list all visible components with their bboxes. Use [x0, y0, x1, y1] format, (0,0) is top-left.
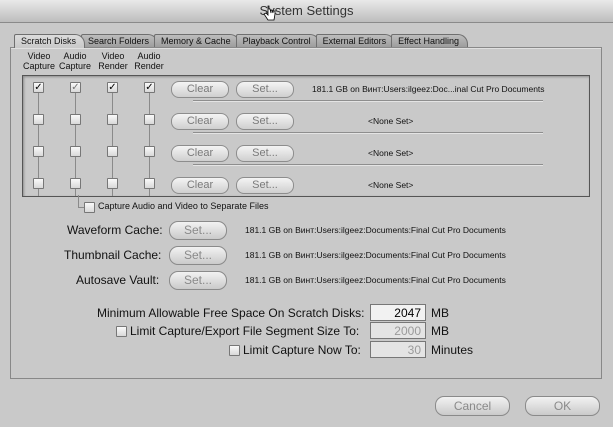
video-render-checkbox[interactable]: ✓ — [107, 82, 118, 93]
tab-bar: Scratch Disks Search Folders Memory & Ca… — [14, 34, 469, 48]
limit-segment-checkbox[interactable] — [116, 326, 127, 337]
audio-render-checkbox[interactable] — [144, 146, 155, 157]
video-capture-checkbox[interactable] — [33, 146, 44, 157]
scratch-disk-path: 181.1 GB on Винт:Users:ilgeez:Doc...inal… — [312, 84, 545, 94]
scratch-disk-list[interactable]: ✓ ✓ ✓ ✓ Clear Set... 181.1 GB on Винт:Users:il… — [22, 75, 590, 197]
hand-cursor-icon — [263, 5, 276, 21]
row-separator — [193, 100, 543, 102]
min-free-space-field[interactable]: 2047 — [370, 304, 426, 321]
video-capture-checkbox[interactable] — [33, 178, 44, 189]
column-header-audio-render: Audio Render — [134, 51, 164, 71]
column-header-audio-capture: Audio Capture — [58, 51, 92, 71]
column-connector-line — [149, 189, 150, 196]
video-render-checkbox[interactable] — [107, 178, 118, 189]
audio-capture-checkbox[interactable] — [70, 146, 81, 157]
set-button[interactable]: Set... — [236, 81, 294, 98]
video-capture-checkbox[interactable] — [33, 114, 44, 125]
ok-button[interactable]: OK — [525, 396, 600, 416]
scratch-disk-path: <None Set> — [368, 116, 414, 126]
limit-capture-label: Limit Capture Now To: — [243, 343, 361, 357]
row-separator — [193, 164, 543, 166]
tab-search-folders[interactable]: Search Folders — [81, 34, 159, 48]
scratch-disk-path: <None Set> — [368, 180, 414, 190]
set-button[interactable]: Set... — [236, 145, 294, 162]
clear-button[interactable]: Clear — [171, 177, 229, 194]
column-header-video-render: Video Render — [98, 51, 128, 71]
scratch-disk-row: ✓ ✓ ✓ ✓ Clear Set... 181.1 GB on Винт:Users:il… — [23, 79, 573, 114]
audio-capture-checkbox[interactable] — [70, 178, 81, 189]
waveform-cache-path: 181.1 GB on Винт:Users:ilgeez:Documents:… — [245, 225, 506, 235]
limit-segment-label: Limit Capture/Export File Segment Size T… — [130, 324, 360, 338]
connector-line — [78, 195, 79, 207]
limit-segment-field[interactable]: 2000 — [370, 322, 426, 339]
scratch-disk-row: Clear Set... <None Set> — [23, 175, 573, 197]
tab-memory-cache[interactable]: Memory & Cache — [154, 34, 240, 48]
video-capture-checkbox[interactable]: ✓ — [33, 82, 44, 93]
autosave-vault-path: 181.1 GB on Винт:Users:ilgeez:Documents:… — [245, 275, 506, 285]
limit-capture-unit: Minutes — [431, 343, 474, 357]
clear-button[interactable]: Clear — [171, 145, 229, 162]
audio-render-checkbox[interactable]: ✓ — [144, 82, 155, 93]
audio-render-checkbox[interactable] — [144, 114, 155, 125]
tab-effect-handling[interactable]: Effect Handling — [391, 34, 469, 48]
column-connector-line — [75, 189, 76, 196]
thumbnail-cache-set-button[interactable]: Set... — [169, 246, 227, 265]
separate-files-label: Capture Audio and Video to Separate File… — [98, 201, 269, 211]
audio-capture-checkbox[interactable] — [70, 114, 81, 125]
tab-playback-control[interactable]: Playback Control — [235, 34, 320, 48]
limit-capture-checkbox[interactable] — [229, 345, 240, 356]
set-button[interactable]: Set... — [236, 113, 294, 130]
tab-scratch-disks[interactable]: Scratch Disks — [14, 34, 86, 48]
thumbnail-cache-label: Thumbnail Cache: — [64, 248, 162, 262]
set-button[interactable]: Set... — [236, 177, 294, 194]
video-render-checkbox[interactable] — [107, 146, 118, 157]
min-free-space-unit: MB — [431, 306, 449, 320]
scratch-disk-path: <None Set> — [368, 148, 414, 158]
autosave-vault-label: Autosave Vault: — [76, 273, 160, 287]
thumbnail-cache-path: 181.1 GB on Винт:Users:ilgeez:Documents:… — [245, 250, 506, 260]
title-bar[interactable]: System Settings — [0, 0, 613, 23]
clear-button[interactable]: Clear — [171, 81, 229, 98]
row-separator — [193, 132, 543, 134]
column-connector-line — [112, 189, 113, 196]
autosave-vault-set-button[interactable]: Set... — [169, 271, 227, 290]
tab-external-editors[interactable]: External Editors — [315, 34, 396, 48]
min-free-space-label: Minimum Allowable Free Space On Scratch … — [97, 306, 365, 320]
row-separator — [193, 196, 543, 197]
clear-button[interactable]: Clear — [171, 113, 229, 130]
separate-files-checkbox[interactable] — [84, 202, 95, 213]
column-connector-line — [38, 189, 39, 196]
waveform-cache-set-button[interactable]: Set... — [169, 221, 227, 240]
scratch-disk-row: Clear Set... <None Set> — [23, 111, 573, 146]
video-render-checkbox[interactable] — [107, 114, 118, 125]
cancel-button[interactable]: Cancel — [435, 396, 510, 416]
column-header-video-capture: Video Capture — [22, 51, 56, 71]
limit-segment-unit: MB — [431, 324, 449, 338]
scratch-disk-row: Clear Set... <None Set> — [23, 143, 573, 178]
waveform-cache-label: Waveform Cache: — [67, 223, 163, 237]
audio-capture-checkbox[interactable]: ✓ — [70, 82, 81, 93]
audio-render-checkbox[interactable] — [144, 178, 155, 189]
limit-capture-field[interactable]: 30 — [370, 341, 426, 358]
